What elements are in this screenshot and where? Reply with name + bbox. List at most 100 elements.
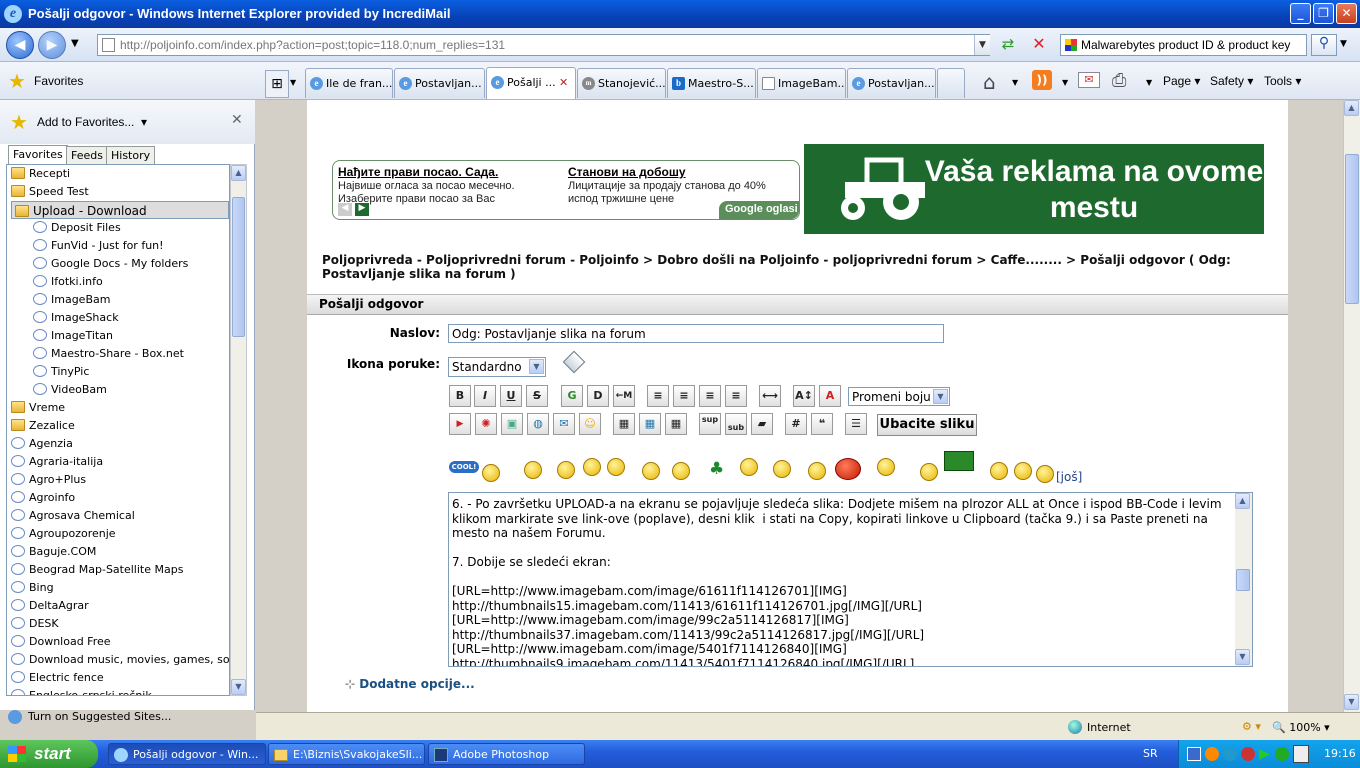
scroll-up-icon[interactable]: ▲	[231, 165, 246, 181]
sidebar-item-agroinfo[interactable]: Agroinfo	[11, 489, 229, 507]
font-size-button[interactable]: A↕	[793, 385, 815, 407]
stop-icon[interactable]: ✕	[1028, 34, 1050, 56]
bold-button[interactable]: B	[449, 385, 471, 407]
start-button[interactable]: start	[0, 740, 98, 768]
clover-icon[interactable]: ♣	[709, 459, 724, 479]
network-icon[interactable]	[1187, 747, 1201, 761]
page-scroll-thumb[interactable]	[1345, 154, 1359, 304]
task-photoshop[interactable]: Adobe Photoshop	[428, 743, 585, 765]
sidebar-item-google-docs-my-folders[interactable]: Google Docs - My folders	[33, 255, 229, 273]
history-dropdown-icon[interactable]: ▼	[71, 38, 79, 49]
tab-5[interactable]: b Maestro-S...	[667, 68, 756, 98]
align-left-button[interactable]: ≡	[647, 385, 669, 407]
sidebar-item-imageshack[interactable]: ImageShack	[33, 309, 229, 327]
tab-list-icon[interactable]: ▼	[290, 78, 296, 87]
glow-button[interactable]: G	[561, 385, 583, 407]
horizontal-rule-button[interactable]: ⟷	[759, 385, 781, 407]
textarea-scrollbar[interactable]: ▲ ▼	[1235, 493, 1252, 666]
tools-menu[interactable]: Tools ▾	[1264, 74, 1301, 88]
cool-smiley-icon[interactable]: COOL!	[449, 461, 479, 473]
sunny-smiley-icon[interactable]	[740, 458, 758, 476]
crowd-smiley-icon[interactable]	[607, 458, 625, 476]
subscript-button[interactable]: sub	[725, 413, 747, 435]
search-input[interactable]: Malwarebytes product ID & product key	[1060, 34, 1307, 56]
scroll-down-icon[interactable]: ▼	[231, 679, 246, 695]
quote-button[interactable]: ❝	[811, 413, 833, 435]
scared-smiley-icon[interactable]	[524, 461, 542, 479]
teletype-button[interactable]: ▰	[751, 413, 773, 435]
maximize-button[interactable]: ❐	[1313, 3, 1334, 24]
sidebar-item-englesko-srpski-re-nik[interactable]: Englesko-srpski rečnik	[11, 687, 229, 695]
scroll-down-icon[interactable]: ▼	[1235, 649, 1250, 665]
strikethrough-button[interactable]: S	[526, 385, 548, 407]
sleepy-smiley-icon[interactable]	[672, 462, 690, 480]
tab-7[interactable]: e Postavljan...	[847, 68, 936, 98]
ftp-button[interactable]: ☺	[579, 413, 601, 435]
more-smileys-link[interactable]: [još]	[1056, 470, 1082, 484]
justify-button[interactable]: ≡	[673, 385, 695, 407]
underline-button[interactable]: U	[500, 385, 522, 407]
insert-image-button[interactable]: Ubacite sliku	[877, 414, 977, 436]
tab-favorites[interactable]: Favorites	[8, 145, 68, 165]
code-button[interactable]: #	[785, 413, 807, 435]
smiley-icon[interactable]	[482, 464, 500, 482]
home-icon[interactable]: ⌂	[983, 70, 996, 94]
tab-6[interactable]: ImageBam...	[757, 68, 846, 98]
sidebar-item-imagebam[interactable]: ImageBam	[33, 291, 229, 309]
font-face-button[interactable]: A	[819, 385, 841, 407]
superscript-button[interactable]: sup	[699, 413, 721, 435]
flash-button[interactable]: ✺	[475, 413, 497, 435]
love-smiley-icon[interactable]	[642, 462, 660, 480]
address-dropdown-icon[interactable]: ▼	[974, 35, 990, 55]
address-input[interactable]: http://poljoinfo.com/index.php?action=po…	[97, 34, 990, 56]
favorites-button[interactable]: Favorites	[34, 74, 83, 88]
tab-history[interactable]: History	[106, 146, 156, 164]
sidebar-item-videobam[interactable]: VideoBam	[33, 381, 229, 399]
sidebar-item-download-free[interactable]: Download Free	[11, 633, 229, 651]
sidebar-item-vreme[interactable]: Vreme	[11, 399, 229, 417]
safety-menu[interactable]: Safety ▾	[1210, 74, 1253, 88]
subject-input[interactable]: Odg: Postavljanje slika na forum	[448, 324, 944, 343]
antivirus-icon[interactable]	[1293, 745, 1309, 763]
task-ie-window[interactable]: Pošalji odgovor - Win...	[108, 743, 266, 765]
sidebar-item-bing[interactable]: Bing	[11, 579, 229, 597]
read-mail-icon[interactable]: ✉	[1078, 72, 1100, 88]
quick-tabs-icon[interactable]: ⊞	[265, 70, 289, 98]
add-to-favorites-button[interactable]: Add to Favorites... ▾	[37, 115, 147, 129]
sidebar-item-imagetitan[interactable]: ImageTitan	[33, 327, 229, 345]
rss-feed-icon[interactable]: ))	[1032, 70, 1052, 90]
devil-smiley-icon[interactable]	[835, 458, 861, 480]
tab-feeds[interactable]: Feeds	[66, 146, 108, 164]
sidebar-item-ifotki-info[interactable]: Ifotki.info	[33, 273, 229, 291]
sidebar-item-electric-fence[interactable]: Electric fence	[11, 669, 229, 687]
sidebar-item-desk[interactable]: DESK	[11, 615, 229, 633]
angry-smiley-icon[interactable]	[877, 458, 895, 476]
sidebar-scrollbar[interactable]: ▲ ▼	[230, 164, 247, 696]
scroll-down-icon[interactable]: ▼	[1344, 694, 1359, 710]
tab-1[interactable]: e Ile de fran...	[305, 68, 393, 98]
sidebar-item-zezalice[interactable]: Zezalice	[11, 417, 229, 435]
sidebar-item-agraria-italija[interactable]: Agraria-italija	[11, 453, 229, 471]
tray-app-icon[interactable]	[1275, 747, 1289, 761]
tab-4[interactable]: m Stanojević...	[577, 68, 666, 98]
tab-2[interactable]: e Postavljan...	[394, 68, 485, 98]
smile-smiley-icon[interactable]	[1036, 465, 1054, 483]
crowd-smiley-icon[interactable]	[583, 458, 601, 476]
link-button[interactable]: ◍	[527, 413, 549, 435]
align-right-button[interactable]: ≡	[725, 385, 747, 407]
sidebar-item-maestro-share-box-net[interactable]: Maestro-Share - Box.net	[33, 345, 229, 363]
wink-smiley-icon[interactable]	[990, 462, 1008, 480]
new-tab-button[interactable]	[937, 68, 965, 98]
align-center-button[interactable]: ≡	[699, 385, 721, 407]
sidebar-item-funvid-just-for-fun[interactable]: FunVid - Just for fun!	[33, 237, 229, 255]
sidebar-item-baguje-com[interactable]: Baguje.COM	[11, 543, 229, 561]
back-button[interactable]: ◀	[6, 31, 34, 59]
confused-smiley-icon[interactable]	[557, 461, 575, 479]
feed-dropdown-icon[interactable]: ▼	[1062, 78, 1068, 87]
italic-button[interactable]: I	[474, 385, 496, 407]
umbrella-smiley-icon[interactable]	[773, 460, 791, 478]
search-icon[interactable]: ⚲	[1311, 34, 1337, 56]
refresh-icon[interactable]: ⇄	[997, 35, 1019, 57]
scroll-up-icon[interactable]: ▲	[1235, 493, 1250, 509]
more-options-link[interactable]: ⊹ Dodatne opcije...	[345, 677, 475, 691]
